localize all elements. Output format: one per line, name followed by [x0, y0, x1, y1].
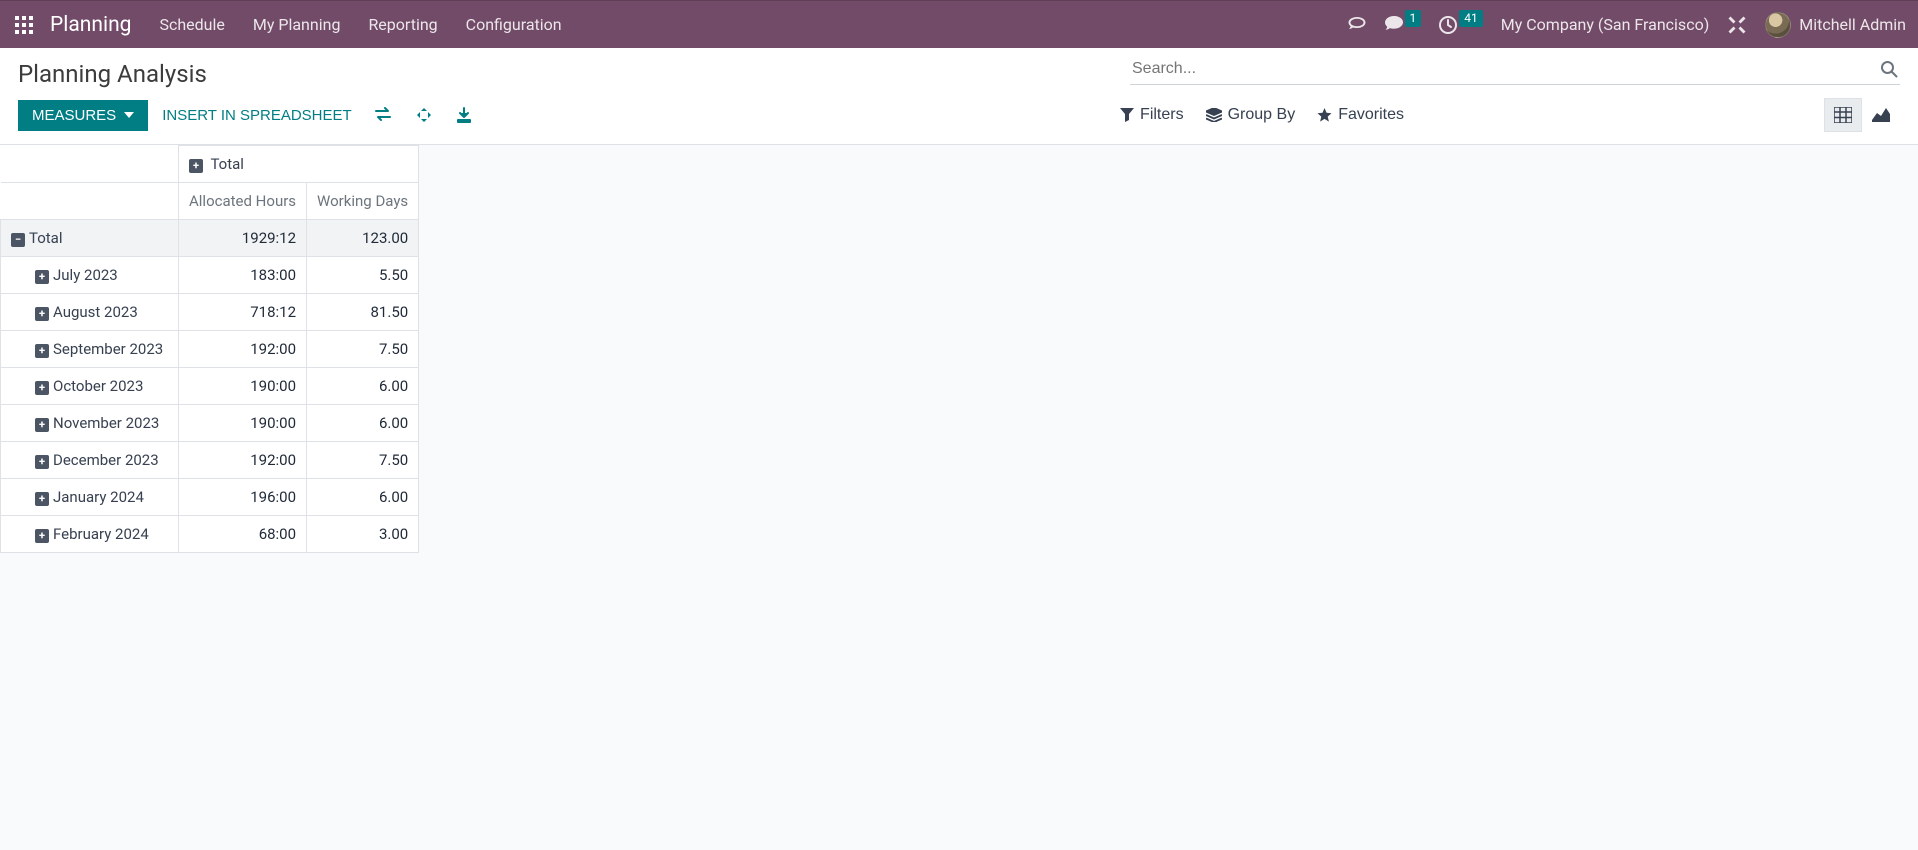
cell-working-days: 6.00: [307, 368, 419, 405]
search-icon[interactable]: [1880, 60, 1898, 78]
col-total-label: Total: [210, 155, 244, 173]
groupby-button[interactable]: Group By: [1206, 106, 1296, 124]
cell-allocated-hours: 190:00: [179, 405, 307, 442]
menu-schedule[interactable]: Schedule: [159, 15, 224, 34]
company-switcher[interactable]: My Company (San Francisco): [1501, 15, 1710, 34]
pivot-corner: [1, 146, 179, 183]
row-label: January 2024: [53, 488, 144, 506]
username: Mitchell Admin: [1799, 15, 1906, 34]
pivot-table: + Total Allocated Hours Working Days −To…: [0, 145, 419, 553]
row-header[interactable]: + October 2023: [1, 368, 179, 405]
menu-configuration[interactable]: Configuration: [466, 15, 562, 34]
row-label: August 2023: [53, 303, 138, 321]
cell-allocated-hours: 190:00: [179, 368, 307, 405]
row-header[interactable]: + July 2023: [1, 257, 179, 294]
total-working-days: 123.00: [307, 220, 419, 257]
user-menu[interactable]: Mitchell Admin: [1765, 12, 1906, 38]
flip-axis-icon[interactable]: [374, 107, 392, 123]
cell-allocated-hours: 192:00: [179, 331, 307, 368]
row-label: September 2023: [53, 340, 163, 358]
cell-working-days: 6.00: [307, 479, 419, 516]
support-icon[interactable]: [1347, 17, 1367, 33]
cell-allocated-hours: 192:00: [179, 442, 307, 479]
plus-icon: +: [35, 529, 49, 543]
messages-badge: 1: [1405, 10, 1422, 26]
control-panel: Planning Analysis MEASURES INSERT IN SPR…: [0, 48, 1918, 145]
cell-allocated-hours: 196:00: [179, 479, 307, 516]
plus-icon: +: [35, 455, 49, 469]
page-title: Planning Analysis: [18, 56, 207, 88]
cell-working-days: 5.50: [307, 257, 419, 294]
star-icon: [1317, 108, 1332, 122]
search-input[interactable]: [1132, 60, 1880, 78]
row-total-label: Total: [29, 229, 63, 247]
measures-label: MEASURES: [32, 107, 116, 124]
filters-button[interactable]: Filters: [1120, 106, 1184, 124]
row-label: February 2024: [53, 525, 149, 543]
row-label: July 2023: [53, 266, 118, 284]
download-icon[interactable]: [456, 107, 472, 123]
cell-working-days: 81.50: [307, 294, 419, 331]
cell-working-days: 7.50: [307, 331, 419, 368]
total-allocated-hours: 1929:12: [179, 220, 307, 257]
insert-spreadsheet-button[interactable]: INSERT IN SPREADSHEET: [162, 107, 352, 124]
main-navbar: Planning Schedule My Planning Reporting …: [0, 0, 1918, 48]
pivot-view-button[interactable]: [1824, 98, 1862, 132]
cell-allocated-hours: 68:00: [179, 516, 307, 553]
cell-allocated-hours: 718:12: [179, 294, 307, 331]
row-header[interactable]: + August 2023: [1, 294, 179, 331]
view-switcher: [1824, 98, 1900, 132]
row-header[interactable]: + December 2023: [1, 442, 179, 479]
row-header[interactable]: + January 2024: [1, 479, 179, 516]
apps-icon[interactable]: [12, 13, 36, 37]
content-area: + Total Allocated Hours Working Days −To…: [0, 145, 1918, 845]
plus-icon: +: [35, 492, 49, 506]
measure-working-days[interactable]: Working Days: [307, 183, 419, 220]
debug-icon[interactable]: [1727, 15, 1747, 35]
pivot-corner-2: [1, 183, 179, 220]
cell-working-days: 3.00: [307, 516, 419, 553]
menu-my-planning[interactable]: My Planning: [253, 15, 341, 34]
groupby-label: Group By: [1228, 106, 1296, 124]
cell-working-days: 7.50: [307, 442, 419, 479]
cell-working-days: 6.00: [307, 405, 419, 442]
row-total-header[interactable]: −Total: [1, 220, 179, 257]
filter-icon: [1120, 108, 1134, 122]
filters-label: Filters: [1140, 106, 1184, 124]
row-label: December 2023: [53, 451, 159, 469]
expand-all-icon[interactable]: [416, 107, 432, 123]
minus-icon: −: [11, 233, 25, 247]
caret-down-icon: [124, 112, 134, 118]
main-menu: Schedule My Planning Reporting Configura…: [159, 15, 561, 34]
messages-icon[interactable]: 1: [1385, 16, 1422, 32]
search-bar: [1130, 56, 1900, 85]
activities-badge: 41: [1459, 10, 1483, 26]
row-header[interactable]: + November 2023: [1, 405, 179, 442]
measures-button[interactable]: MEASURES: [18, 100, 148, 131]
plus-icon: +: [35, 381, 49, 395]
row-label: October 2023: [53, 377, 143, 395]
measure-allocated-hours[interactable]: Allocated Hours: [179, 183, 307, 220]
app-brand[interactable]: Planning: [50, 13, 131, 37]
plus-icon: +: [35, 270, 49, 284]
plus-icon: +: [35, 307, 49, 321]
row-header[interactable]: + September 2023: [1, 331, 179, 368]
row-header[interactable]: + February 2024: [1, 516, 179, 553]
avatar: [1765, 12, 1791, 38]
menu-reporting[interactable]: Reporting: [368, 15, 437, 34]
activities-icon[interactable]: 41: [1439, 16, 1483, 34]
col-total-header[interactable]: + Total: [179, 146, 419, 183]
layers-icon: [1206, 108, 1222, 122]
favorites-label: Favorites: [1338, 106, 1404, 124]
graph-view-button[interactable]: [1862, 98, 1900, 132]
cell-allocated-hours: 183:00: [179, 257, 307, 294]
row-label: November 2023: [53, 414, 159, 432]
favorites-button[interactable]: Favorites: [1317, 106, 1404, 124]
plus-icon: +: [35, 344, 49, 358]
plus-icon: +: [189, 159, 203, 173]
plus-icon: +: [35, 418, 49, 432]
